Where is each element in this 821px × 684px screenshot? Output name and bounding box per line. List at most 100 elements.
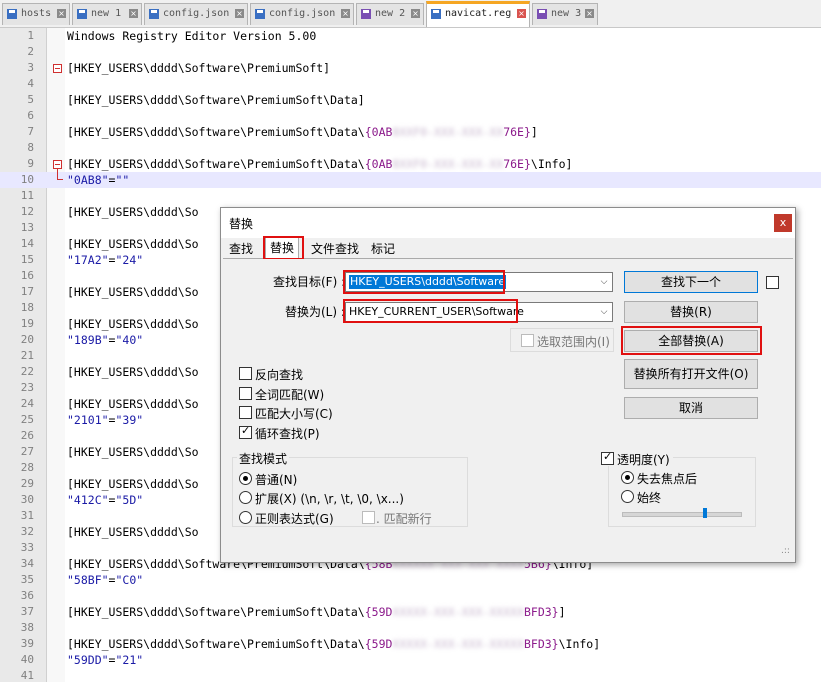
tab-new-2[interactable]: new 2 ×	[356, 3, 424, 25]
tab-config-json-2[interactable]: config.json ×	[250, 3, 354, 25]
line-number: 32	[20, 525, 34, 538]
line-number: 18	[20, 301, 34, 314]
tab-mark[interactable]: 标记	[367, 239, 399, 259]
file-saved-icon	[149, 9, 159, 19]
line-number: 14	[20, 237, 34, 250]
editor-line[interactable]: 7 [HKEY_USERS\dddd\Software\PremiumSoft\D…	[0, 124, 821, 140]
line-text: [HKEY_USERS\dddd\So	[67, 364, 199, 380]
wrap-around-label: 循环查找(P)	[255, 427, 320, 441]
match-case-checkbox[interactable]	[239, 406, 252, 419]
editor-line[interactable]: 11	[0, 188, 821, 204]
editor-line[interactable]: 39 [HKEY_USERS\dddd\Software\PremiumSoft\…	[0, 636, 821, 652]
editor-line[interactable]: 35 "58BF"="C0"	[0, 572, 821, 588]
editor-line[interactable]: 40 "59DD"="21"	[0, 652, 821, 668]
close-tab-icon[interactable]: ×	[57, 9, 66, 18]
line-text: [HKEY_USERS\dddd\So	[67, 524, 199, 540]
close-tab-icon[interactable]: ×	[411, 9, 420, 18]
tab-find-in-files[interactable]: 文件查找	[307, 239, 363, 259]
reverse-search-checkbox[interactable]	[239, 367, 252, 380]
line-text: [HKEY_USERS\dddd\Software\PremiumSoft]	[67, 60, 330, 76]
find-next-button[interactable]: 查找下一个	[624, 271, 758, 293]
find-what-value: HKEY_USERS\dddd\Software	[349, 275, 507, 289]
find-what-combo[interactable]: HKEY_USERS\dddd\Software ⌵	[345, 272, 613, 292]
guid-end: BFD3}	[523, 637, 559, 651]
registry-value-data: "40"	[115, 333, 144, 347]
close-tab-icon[interactable]: ×	[129, 9, 138, 18]
line-number: 23	[20, 381, 34, 394]
cancel-button[interactable]: 取消	[624, 397, 758, 419]
registry-key-path: [HKEY_USERS\dddd\Software\PremiumSoft\Da…	[67, 125, 365, 139]
editor-line[interactable]: 10 "0AB8"=""	[0, 172, 821, 188]
dialog-title-bar[interactable]: 替换 x	[221, 208, 795, 238]
editor-line[interactable]: 36	[0, 588, 821, 604]
chevron-down-icon[interactable]: ⌵	[598, 276, 610, 288]
tab-replace[interactable]: 替换	[265, 237, 300, 259]
reverse-search-label: 反向查找	[255, 368, 304, 382]
extended-mode-radio[interactable]	[239, 491, 252, 504]
guid-redacted: XXXXX-XXX-XXX-XXXXX	[392, 605, 524, 619]
line-number: 37	[20, 605, 34, 618]
close-tab-icon[interactable]: ×	[517, 9, 526, 18]
replace-button[interactable]: 替换(R)	[624, 301, 758, 323]
guid-start: {59D	[364, 605, 393, 619]
tab-config-json-1[interactable]: config.json ×	[144, 3, 248, 25]
regex-mode-radio[interactable]	[239, 511, 252, 524]
line-number: 6	[27, 109, 34, 122]
tab-new-1[interactable]: new 1 ×	[72, 3, 142, 25]
editor-line[interactable]: 5 [HKEY_USERS\dddd\Software\PremiumSoft\D…	[0, 92, 821, 108]
transparency-slider[interactable]	[622, 512, 742, 517]
normal-mode-radio[interactable]	[239, 472, 252, 485]
whole-word-checkbox[interactable]	[239, 387, 252, 400]
in-selection-checkbox[interactable]	[521, 334, 534, 347]
registry-text: [HKEY_USERS\dddd\So	[67, 237, 199, 251]
registry-value-name: "2101"	[67, 413, 109, 427]
registry-key-suffix: ]	[558, 605, 566, 619]
editor-line[interactable]: 8	[0, 140, 821, 156]
tab-navicat-reg[interactable]: navicat.reg ×	[426, 1, 530, 27]
chevron-down-icon[interactable]: ⌵	[598, 306, 610, 318]
transparency-slider-thumb[interactable]	[703, 508, 707, 518]
editor-line[interactable]: 9 [HKEY_USERS\dddd\Software\PremiumSoft\D…	[0, 156, 821, 172]
close-tab-icon[interactable]: ×	[341, 9, 350, 18]
close-tab-icon[interactable]: ×	[235, 9, 244, 18]
line-text: [HKEY_USERS\dddd\Software\PremiumSoft\Da…	[67, 604, 566, 620]
registry-text: [HKEY_USERS\dddd\So	[67, 285, 199, 299]
editor-line[interactable]: 6	[0, 108, 821, 124]
tab-hosts[interactable]: hosts ×	[2, 3, 70, 25]
replace-all-button[interactable]: 全部替换(A)	[624, 330, 758, 352]
tab-new-3[interactable]: new 3 ×	[532, 3, 598, 25]
dot-matches-newline-checkbox[interactable]	[362, 511, 375, 524]
editor-line[interactable]: 2	[0, 44, 821, 60]
editor-line[interactable]: 3 [HKEY_USERS\dddd\Software\PremiumSoft]	[0, 60, 821, 76]
tab-bar: hosts × new 1 × config.json × config.jso…	[0, 0, 821, 28]
registry-text: [HKEY_USERS\dddd\Software\PremiumSoft]	[67, 61, 331, 75]
line-number: 9	[27, 157, 34, 170]
always-radio[interactable]	[621, 490, 634, 503]
line-number: 25	[20, 413, 34, 426]
line-text: [HKEY_USERS\dddd\So	[67, 236, 199, 252]
close-icon[interactable]: x	[774, 214, 792, 232]
replace-with-combo[interactable]: HKEY_CURRENT_USER\Software ⌵	[345, 302, 613, 322]
line-text: [HKEY_USERS\dddd\So	[67, 444, 199, 460]
transparency-checkbox[interactable]	[601, 450, 614, 465]
wrap-around-checkbox[interactable]	[239, 424, 252, 439]
editor-line[interactable]: 4	[0, 76, 821, 92]
registry-value-name: "17A2"	[67, 253, 109, 267]
on-lose-focus-radio[interactable]	[621, 471, 634, 484]
fold-collapse-icon[interactable]	[53, 64, 62, 73]
line-number: 30	[20, 493, 34, 506]
line-number: 7	[27, 125, 34, 138]
editor-line[interactable]: 1 Windows Registry Editor Version 5.00	[0, 28, 821, 44]
tab-find[interactable]: 查找	[225, 239, 257, 259]
close-tab-icon[interactable]: ×	[585, 9, 594, 18]
find-next-option-checkbox[interactable]	[766, 276, 779, 289]
line-number: 35	[20, 573, 34, 586]
editor-line[interactable]: 37 [HKEY_USERS\dddd\Software\PremiumSoft\…	[0, 604, 821, 620]
line-number: 12	[20, 205, 34, 218]
fold-collapse-icon[interactable]	[53, 160, 62, 169]
line-text: [HKEY_USERS\dddd\Software\PremiumSoft\Da…	[67, 156, 572, 172]
resize-grip-icon[interactable]: .::	[781, 546, 790, 556]
replace-all-open-files-button[interactable]: 替换所有打开文件(O)	[624, 359, 758, 389]
editor-line[interactable]: 38	[0, 620, 821, 636]
guid-redacted: XXXXX-XXX-XXX-XXXXX	[392, 637, 524, 651]
